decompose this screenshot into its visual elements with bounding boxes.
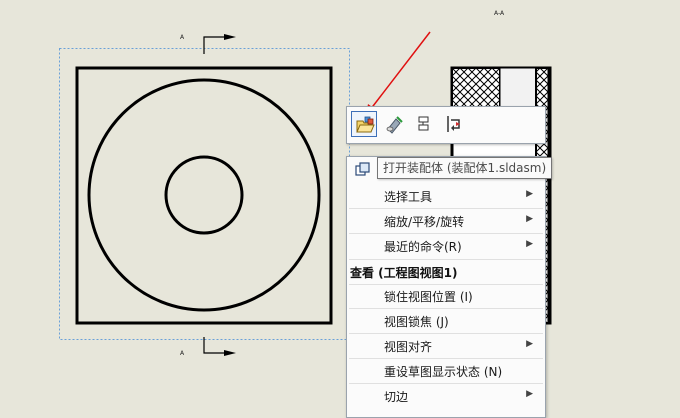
section-arrow-top — [203, 34, 236, 54]
section-label-top: A — [180, 34, 185, 41]
tooltip: 打开装配体 (装配体1.sldasm) — [377, 157, 553, 179]
submenu-arrow-icon: ▶ — [526, 389, 533, 399]
view-layout-button[interactable] — [411, 111, 437, 137]
drawing-sheet[interactable] — [0, 0, 680, 403]
menu-item-view-focus[interactable]: 视图锁焦 (J) — [347, 309, 545, 333]
view-layout-icon — [418, 116, 429, 131]
submenu-arrow-icon: ▶ — [526, 189, 533, 199]
menu-section-header-view: 查看 (工程图视图1) — [347, 260, 545, 284]
drawing-view-front — [75, 66, 333, 325]
assembly-icon — [355, 162, 370, 176]
view-selection-box — [59, 48, 350, 340]
hide-show-icon — [386, 116, 403, 134]
open-assembly-icon — [356, 116, 375, 133]
context-toolbar — [346, 106, 546, 144]
submenu-arrow-icon: ▶ — [526, 239, 533, 249]
menu-item-select-tools[interactable]: 选择工具 ▶ — [347, 184, 545, 208]
open-assembly-button[interactable] — [351, 111, 377, 137]
rebuild-icon — [447, 116, 460, 132]
section-label-bottom: A — [180, 350, 185, 357]
open-assembly-menu-item[interactable] — [353, 161, 373, 179]
menu-item-reset-sketch-display[interactable]: 重设草图显示状态 (N) — [347, 359, 545, 383]
annotation-red-arrow — [366, 31, 431, 115]
menu-item-tangent-edge[interactable]: 切边 ▶ — [347, 384, 545, 408]
menu-item-view-alignment[interactable]: 视图对齐 ▶ — [347, 334, 545, 358]
menu-item-lock-view-position[interactable]: 锁住视图位置 (I) — [347, 284, 545, 308]
submenu-arrow-icon: ▶ — [526, 339, 533, 349]
menu-item-zoom-pan-rotate[interactable]: 缩放/平移/旋转 ▶ — [347, 209, 545, 233]
rebuild-button[interactable] — [441, 111, 467, 137]
menu-item-recent-commands[interactable]: 最近的命令(R) ▶ — [347, 234, 545, 258]
section-view-title: A-A — [494, 10, 505, 17]
hide-show-button[interactable] — [381, 111, 407, 137]
context-menu: 选择工具 ▶ 缩放/平移/旋转 ▶ 最近的命令(R) ▶ 查看 (工程图视图1)… — [346, 156, 546, 418]
submenu-arrow-icon: ▶ — [526, 214, 533, 224]
